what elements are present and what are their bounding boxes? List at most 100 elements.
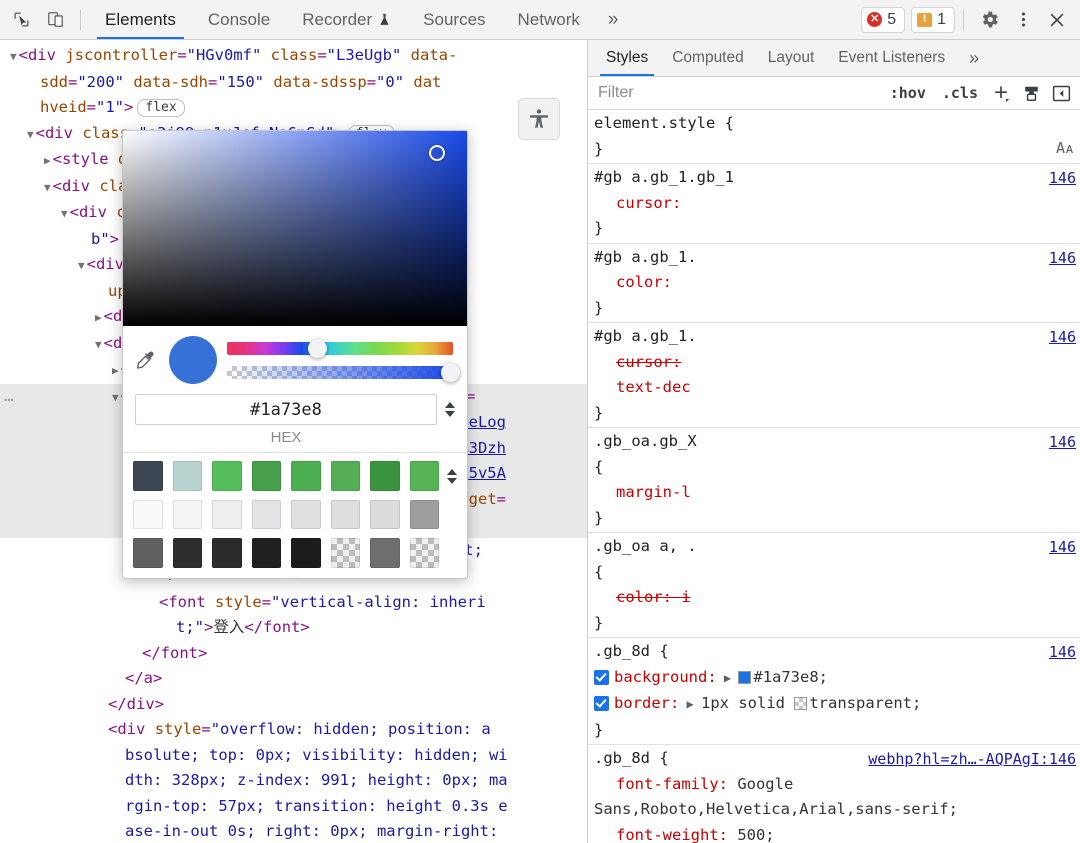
- palette-swatch[interactable]: [133, 461, 163, 491]
- declaration-property[interactable]: font-family:: [594, 772, 728, 798]
- expand-shorthand-icon[interactable]: ▶: [717, 671, 739, 685]
- dom-tree-node[interactable]: </div>: [0, 692, 587, 718]
- palette-swatch[interactable]: [409, 499, 439, 529]
- new-style-rule-button[interactable]: [988, 81, 1014, 105]
- palette-swatch[interactable]: [409, 538, 439, 568]
- declaration-property[interactable]: color:: [594, 270, 672, 296]
- dom-tree-node[interactable]: dth: 328px; z-index: 991; height: 0px; m…: [0, 768, 587, 794]
- css-selector[interactable]: #gb a.gb_1.: [594, 324, 1076, 350]
- css-selector[interactable]: element.style {: [594, 111, 1076, 137]
- css-declaration[interactable]: font-weight: 500;: [594, 823, 1076, 843]
- tab-event-listeners[interactable]: Event Listeners: [826, 40, 957, 76]
- palette-swatch[interactable]: [370, 461, 400, 491]
- palette-swatch[interactable]: [133, 499, 163, 529]
- palette-swatch[interactable]: [291, 538, 321, 568]
- tab-styles[interactable]: Styles: [594, 40, 660, 76]
- style-source-link[interactable]: 146: [1049, 166, 1076, 192]
- hex-color-input[interactable]: [135, 394, 437, 425]
- expand-triangle-icon[interactable]: ▶: [44, 154, 51, 167]
- node-badge-gutter[interactable]: …: [4, 384, 14, 410]
- style-source-link[interactable]: webhp?hl=zh…-AQPAgI:146: [868, 747, 1076, 773]
- gb-8d-background-rule[interactable]: 146 .gb_8d {background: ▶ #1a73e8; border:…: [588, 638, 1080, 745]
- color-spectrum[interactable]: [123, 131, 467, 326]
- palette-swatch[interactable]: [370, 499, 400, 529]
- dom-tree-node[interactable]: ▼ <div jscontroller="HGv0mf" class="L3eUg…: [0, 43, 587, 70]
- tab-layout[interactable]: Layout: [756, 40, 827, 76]
- tab-recorder[interactable]: Recorder: [286, 0, 407, 39]
- declaration-checkbox[interactable]: [594, 696, 609, 711]
- palette-swatch[interactable]: [330, 461, 360, 491]
- collapse-triangle-icon[interactable]: ▼: [112, 391, 119, 404]
- declaration-property[interactable]: border:: [614, 691, 679, 717]
- tab-sources[interactable]: Sources: [407, 0, 501, 39]
- palette-swatch[interactable]: [330, 538, 360, 568]
- palette-switch-button[interactable]: [447, 461, 457, 492]
- declaration-value[interactable]: #1a73e8;: [753, 668, 828, 686]
- tab-elements[interactable]: Elements: [89, 0, 192, 39]
- declaration-value-part[interactable]: 1px solid: [701, 694, 794, 712]
- dom-tree-node[interactable]: </a>: [0, 666, 587, 692]
- settings-button[interactable]: [972, 3, 1006, 37]
- gb-8d-font-rule[interactable]: webhp?hl=zh…-AQPAgI:146 .gb_8d {font-fami…: [588, 745, 1080, 843]
- dom-tree-node[interactable]: hveid="1"> flex: [0, 95, 587, 121]
- style-source-link[interactable]: 146: [1049, 640, 1076, 666]
- declaration-property[interactable]: cursor:: [594, 191, 681, 217]
- css-declaration[interactable]: color:: [594, 270, 1076, 296]
- palette-swatch[interactable]: [330, 499, 360, 529]
- dom-tree-node[interactable]: ase-in-out 0s; right: 0px; margin-right:: [0, 819, 587, 843]
- css-declaration[interactable]: text-dec: [594, 375, 1076, 401]
- accessibility-overlay-button[interactable]: [518, 98, 560, 140]
- color-swatch[interactable]: [738, 670, 752, 684]
- declaration-property[interactable]: margin-l: [594, 480, 691, 506]
- expand-triangle-icon[interactable]: ▶: [112, 364, 119, 377]
- css-selector[interactable]: .gb_oa.gb_X: [594, 429, 1076, 455]
- color-picker-popup[interactable]: HEX: [122, 130, 468, 579]
- declaration-property[interactable]: background:: [614, 665, 717, 691]
- css-selector[interactable]: .gb_8d {: [594, 639, 1076, 665]
- css-declaration[interactable]: margin-l: [594, 480, 1076, 506]
- declaration-property[interactable]: text-dec: [594, 375, 691, 401]
- declaration-property[interactable]: color: i: [594, 585, 691, 611]
- styles-more-tabs-button[interactable]: »: [957, 40, 991, 76]
- palette-swatch[interactable]: [291, 499, 321, 529]
- collapse-triangle-icon[interactable]: ▼: [10, 50, 17, 63]
- tab-network[interactable]: Network: [502, 0, 596, 39]
- style-source-link[interactable]: 146: [1049, 535, 1076, 561]
- collapse-triangle-icon[interactable]: ▼: [78, 259, 85, 272]
- palette-swatch[interactable]: [212, 538, 242, 568]
- palette-swatch[interactable]: [291, 461, 321, 491]
- declaration-property[interactable]: cursor:: [594, 350, 681, 376]
- css-declaration[interactable]: background: ▶ #1a73e8;: [594, 665, 1076, 692]
- styles-rules-list[interactable]: element.style {} Aᴀ 146 #gb a.gb_1.gb_1 curs…: [588, 110, 1080, 843]
- palette-swatch[interactable]: [251, 461, 281, 491]
- more-options-button[interactable]: [1006, 3, 1040, 37]
- dom-tree-node[interactable]: rgin-top: 57px; transition: height 0.3s …: [0, 794, 587, 820]
- css-selector[interactable]: #gb a.gb_1.gb_1: [594, 165, 1076, 191]
- dom-tree-node[interactable]: t;">登入</font>: [0, 615, 587, 641]
- font-editor-button[interactable]: [1018, 81, 1044, 105]
- palette-swatch[interactable]: [212, 499, 242, 529]
- palette-swatch[interactable]: [172, 499, 202, 529]
- close-devtools-button[interactable]: [1040, 3, 1074, 37]
- palette-swatch[interactable]: [133, 538, 163, 568]
- palette-swatch[interactable]: [251, 499, 281, 529]
- styles-filter-input[interactable]: [588, 80, 880, 106]
- dom-tree-node[interactable]: <div style="overflow: hidden; position: …: [0, 717, 587, 743]
- warning-counter[interactable]: ! 1: [911, 6, 955, 33]
- css-declaration[interactable]: font-family: Google Sans,Roboto,Helvetic…: [594, 772, 1076, 823]
- expand-shorthand-icon[interactable]: ▶: [679, 697, 701, 711]
- element-classes-button[interactable]: .cls: [936, 82, 984, 104]
- hue-slider[interactable]: [227, 338, 453, 358]
- declaration-property[interactable]: font-weight:: [594, 823, 728, 843]
- css-declaration[interactable]: cursor:: [594, 350, 1076, 376]
- expand-triangle-icon[interactable]: ▶: [95, 311, 102, 324]
- color-format-toggle-button[interactable]: [445, 394, 455, 425]
- color-preview-swatch[interactable]: [169, 336, 217, 384]
- dom-tree-node[interactable]: bsolute; top: 0px; visibility: hidden; w…: [0, 743, 587, 769]
- flex-badge[interactable]: flex: [137, 99, 185, 117]
- palette-swatch[interactable]: [172, 461, 202, 491]
- transparent-color-swatch[interactable]: [794, 697, 808, 710]
- eyedropper-button[interactable]: [133, 349, 159, 371]
- dom-tree-node[interactable]: <font style="vertical-align: inheri: [0, 590, 587, 616]
- style-source-link[interactable]: 146: [1049, 325, 1076, 351]
